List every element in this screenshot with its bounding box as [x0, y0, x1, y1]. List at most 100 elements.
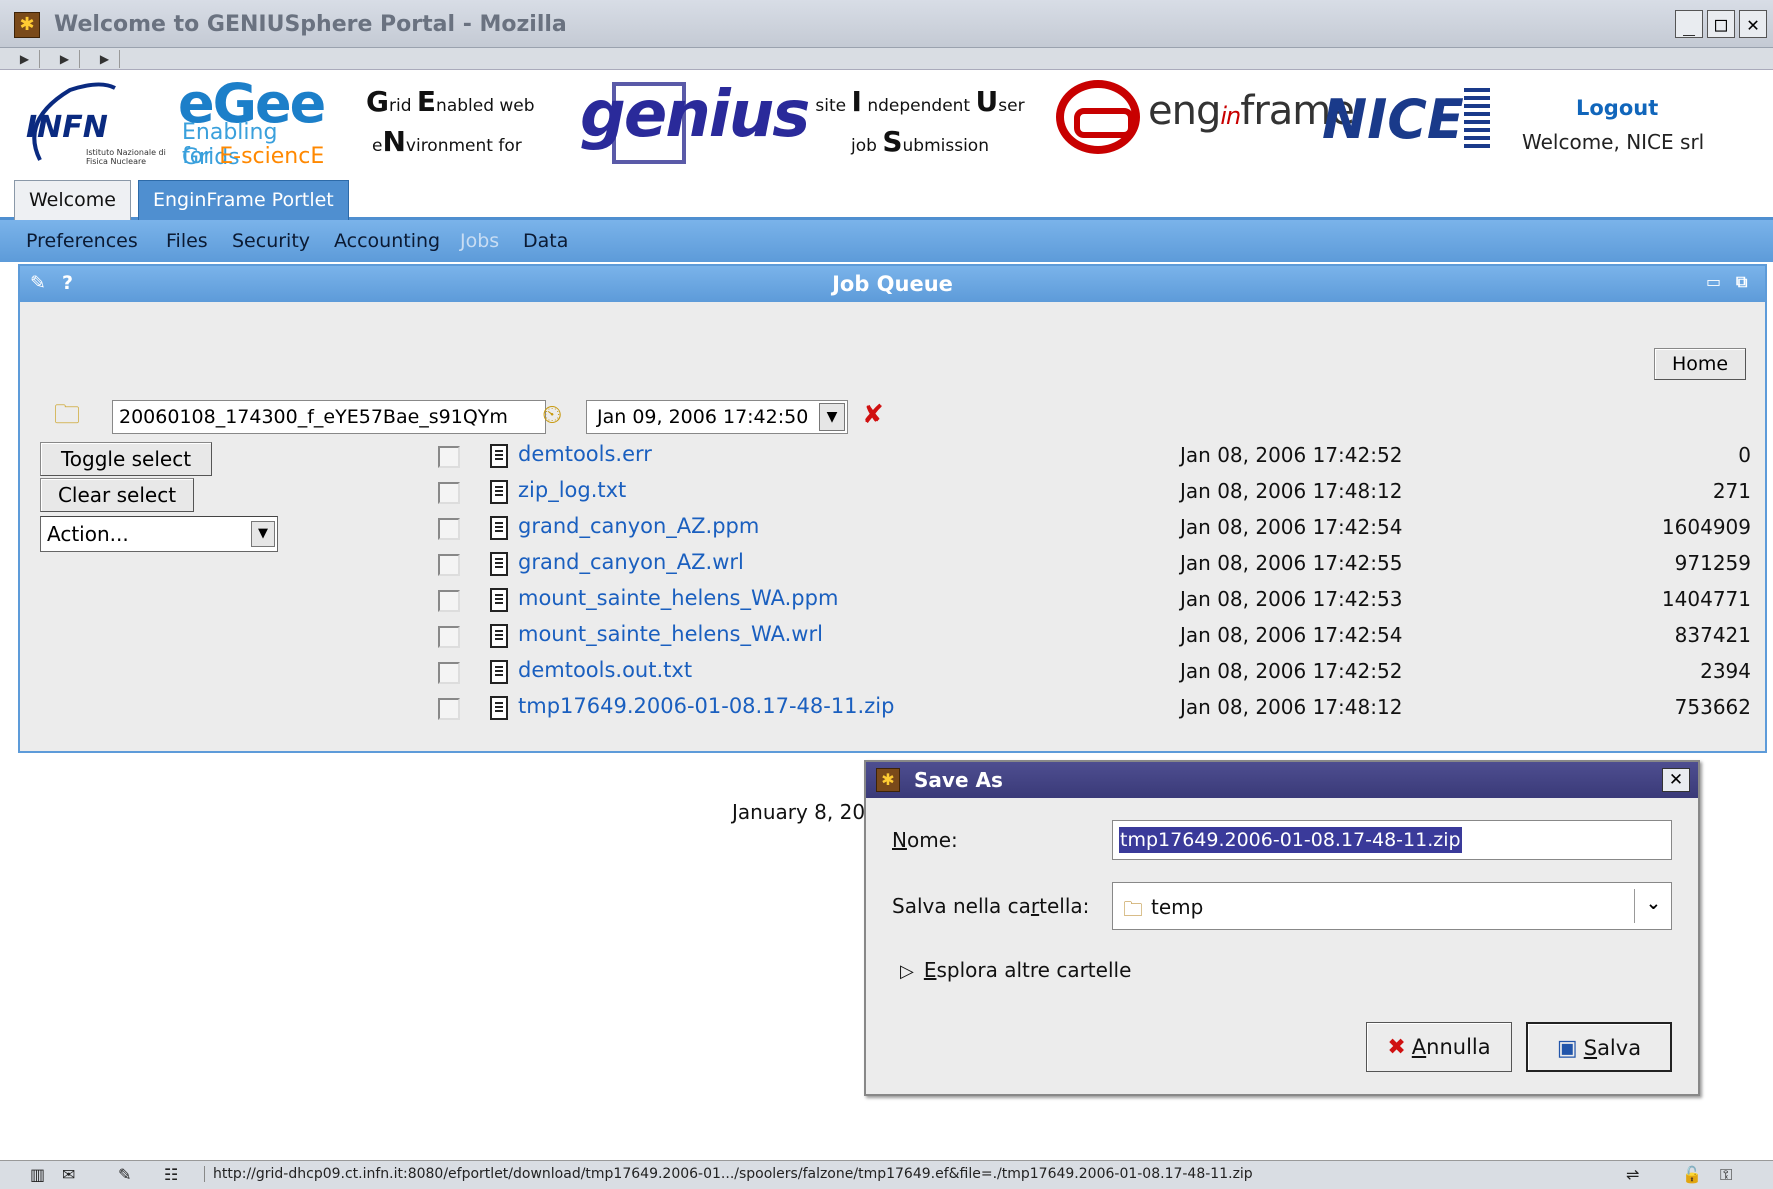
maximize-panel-icon[interactable]: ⧉ [1736, 272, 1747, 292]
file-name-link[interactable]: mount_sainte_helens_WA.ppm [518, 586, 838, 610]
floppy-disk-icon: ▣ [1556, 1036, 1578, 1061]
nav-arrow-icon[interactable]: ▶ [50, 50, 80, 68]
nice-logo-stripes [1464, 88, 1490, 148]
dialog-close-icon[interactable]: ✕ [1662, 768, 1690, 792]
file-icon [490, 480, 508, 504]
cancel-button[interactable]: ✖ Annulla [1366, 1022, 1512, 1072]
navigator-icon[interactable]: ▥ [30, 1165, 45, 1184]
file-checkbox[interactable] [438, 590, 460, 612]
genius-logo: genius [580, 78, 810, 168]
expiry-date-select[interactable]: Jan 09, 2006 17:42:50 ▼ [586, 400, 848, 434]
address-book-icon[interactable]: ☷ [164, 1165, 178, 1184]
file-date: Jan 08, 2006 17:42:55 [1180, 551, 1403, 575]
menu-preferences[interactable]: Preferences [26, 230, 138, 252]
file-name-link[interactable]: grand_canyon_AZ.wrl [518, 550, 744, 574]
file-checkbox[interactable] [438, 518, 460, 540]
folder-refresh-icon[interactable]: 🗀 [54, 400, 80, 430]
menu-files[interactable]: Files [166, 230, 208, 252]
portlet-tabs: Welcome EnginFrame Portlet [0, 178, 1773, 220]
expander-triangle-icon: ▷ [900, 961, 914, 982]
file-checkbox[interactable] [438, 662, 460, 684]
file-checkbox[interactable] [438, 698, 460, 720]
file-size: 0 [1738, 443, 1751, 467]
acronym-word: job [851, 136, 883, 156]
folder-value: temp [1151, 895, 1204, 919]
file-name-link[interactable]: demtools.err [518, 442, 652, 466]
menu-accounting[interactable]: Accounting [334, 230, 440, 252]
minimize-button[interactable]: _ [1675, 10, 1703, 38]
file-name-link[interactable]: tmp17649.2006-01-08.17-48-11.zip [518, 694, 894, 718]
infn-logo: INFN Istituto Nazionale di Fisica Nuclea… [20, 80, 170, 170]
file-name-input[interactable]: tmp17649.2006-01-08.17-48-11.zip [1112, 820, 1672, 860]
egee-logo: eGee Enabling Grids for E-sciencE [178, 72, 338, 172]
acronym-word: ubmission [902, 136, 989, 156]
tab-enginframe-portlet[interactable]: EnginFrame Portlet [138, 180, 349, 220]
logout-link[interactable]: Logout [1576, 96, 1658, 120]
file-name-value: tmp17649.2006-01-08.17-48-11.zip [1119, 827, 1462, 853]
maximize-button[interactable]: □ [1707, 10, 1735, 38]
welcome-user-text: Welcome, NICE srl [1522, 130, 1705, 154]
cancel-x-icon: ✖ [1387, 1035, 1406, 1060]
file-name-link[interactable]: grand_canyon_AZ.ppm [518, 514, 759, 538]
home-button[interactable]: Home [1654, 348, 1746, 380]
file-row: zip_log.txt Jan 08, 2006 17:48:12 271 [20, 478, 1769, 514]
mail-icon[interactable]: ✉ [62, 1165, 75, 1184]
chevron-down-icon[interactable]: ▼ [819, 403, 845, 431]
save-label: alva [1597, 1036, 1642, 1060]
file-row: mount_sainte_helens_WA.wrl Jan 08, 2006 … [20, 622, 1769, 658]
acronym-cap-n: N [382, 125, 406, 158]
job-id-field[interactable]: 20060108_174300_f_eYE57Bae_s91QYm [112, 400, 546, 434]
folder-delete-icon[interactable]: ✘ [862, 400, 884, 430]
file-row: tmp17649.2006-01-08.17-48-11.zip Jan 08,… [20, 694, 1769, 730]
expander-label: splora altre cartelle [936, 958, 1132, 982]
dialog-titlebar: ✱ Save As ✕ [866, 762, 1698, 798]
acronym-cap-e: E [416, 85, 437, 118]
file-row: demtools.err Jan 08, 2006 17:42:52 0 [20, 442, 1769, 478]
file-size: 837421 [1674, 623, 1751, 647]
connection-icon: ⇌ [1626, 1165, 1640, 1184]
cancel-label: nnulla [1426, 1035, 1491, 1059]
menu-data[interactable]: Data [523, 230, 568, 252]
file-size: 971259 [1674, 551, 1751, 575]
file-icon [490, 660, 508, 684]
chevron-down-icon[interactable]: ⌄ [1646, 893, 1661, 914]
acronym-word: vironment for [405, 136, 522, 156]
menu-security[interactable]: Security [232, 230, 310, 252]
dialog-title: Save As [914, 768, 1003, 792]
folder-clock-icon[interactable]: ⏲ [542, 400, 562, 430]
file-checkbox[interactable] [438, 446, 460, 468]
menu-jobs[interactable]: Jobs [460, 230, 499, 252]
file-size: 753662 [1674, 695, 1751, 719]
expander-accel: E [923, 958, 937, 982]
ef-mid: in [1220, 102, 1241, 130]
file-name-link[interactable]: demtools.out.txt [518, 658, 692, 682]
file-checkbox[interactable] [438, 554, 460, 576]
file-size: 1604909 [1661, 515, 1751, 539]
name-label-text: ome: [906, 828, 958, 852]
browse-folders-expander[interactable]: ▷ Esplora altre cartelle [900, 958, 1131, 982]
panel-header: ✎ ? Job Queue ▭ ⧉ [20, 266, 1765, 302]
nav-arrow-icon[interactable]: ▶ [10, 50, 40, 68]
acronym-cap-g: G [366, 85, 389, 118]
folder-combobox[interactable]: 🗀 temp ⌄ [1112, 882, 1672, 930]
composer-icon[interactable]: ✎ [118, 1165, 131, 1184]
nav-arrow-icon[interactable]: ▶ [90, 50, 120, 68]
tab-welcome[interactable]: Welcome [14, 180, 131, 220]
folder-label: Salva nella cartella: [892, 894, 1089, 918]
browser-statusbar: ▥ ✉ ✎ ☷ http://grid-dhcp09.ct.infn.it:80… [0, 1160, 1773, 1189]
file-checkbox[interactable] [438, 626, 460, 648]
file-date: Jan 08, 2006 17:48:12 [1180, 695, 1403, 719]
file-name-link[interactable]: zip_log.txt [518, 478, 626, 502]
folder-label-text: Salva nella ca [892, 894, 1031, 918]
nice-logo-text: NICE [1322, 88, 1464, 151]
minimize-panel-icon[interactable]: ▭ [1706, 272, 1721, 291]
save-button[interactable]: ▣ Salva [1526, 1022, 1672, 1072]
window-titlebar: ✱ Welcome to GENIUSphere Portal - Mozill… [0, 0, 1773, 48]
mozilla-icon: ✱ [876, 768, 900, 792]
file-name-link[interactable]: mount_sainte_helens_WA.wrl [518, 622, 823, 646]
file-icon [490, 624, 508, 648]
padlock-icon: ⚿ [1720, 1165, 1733, 1184]
close-button[interactable]: ✕ [1739, 10, 1767, 38]
infn-logo-subtitle: Istituto Nazionale di Fisica Nucleare [86, 148, 166, 166]
file-checkbox[interactable] [438, 482, 460, 504]
